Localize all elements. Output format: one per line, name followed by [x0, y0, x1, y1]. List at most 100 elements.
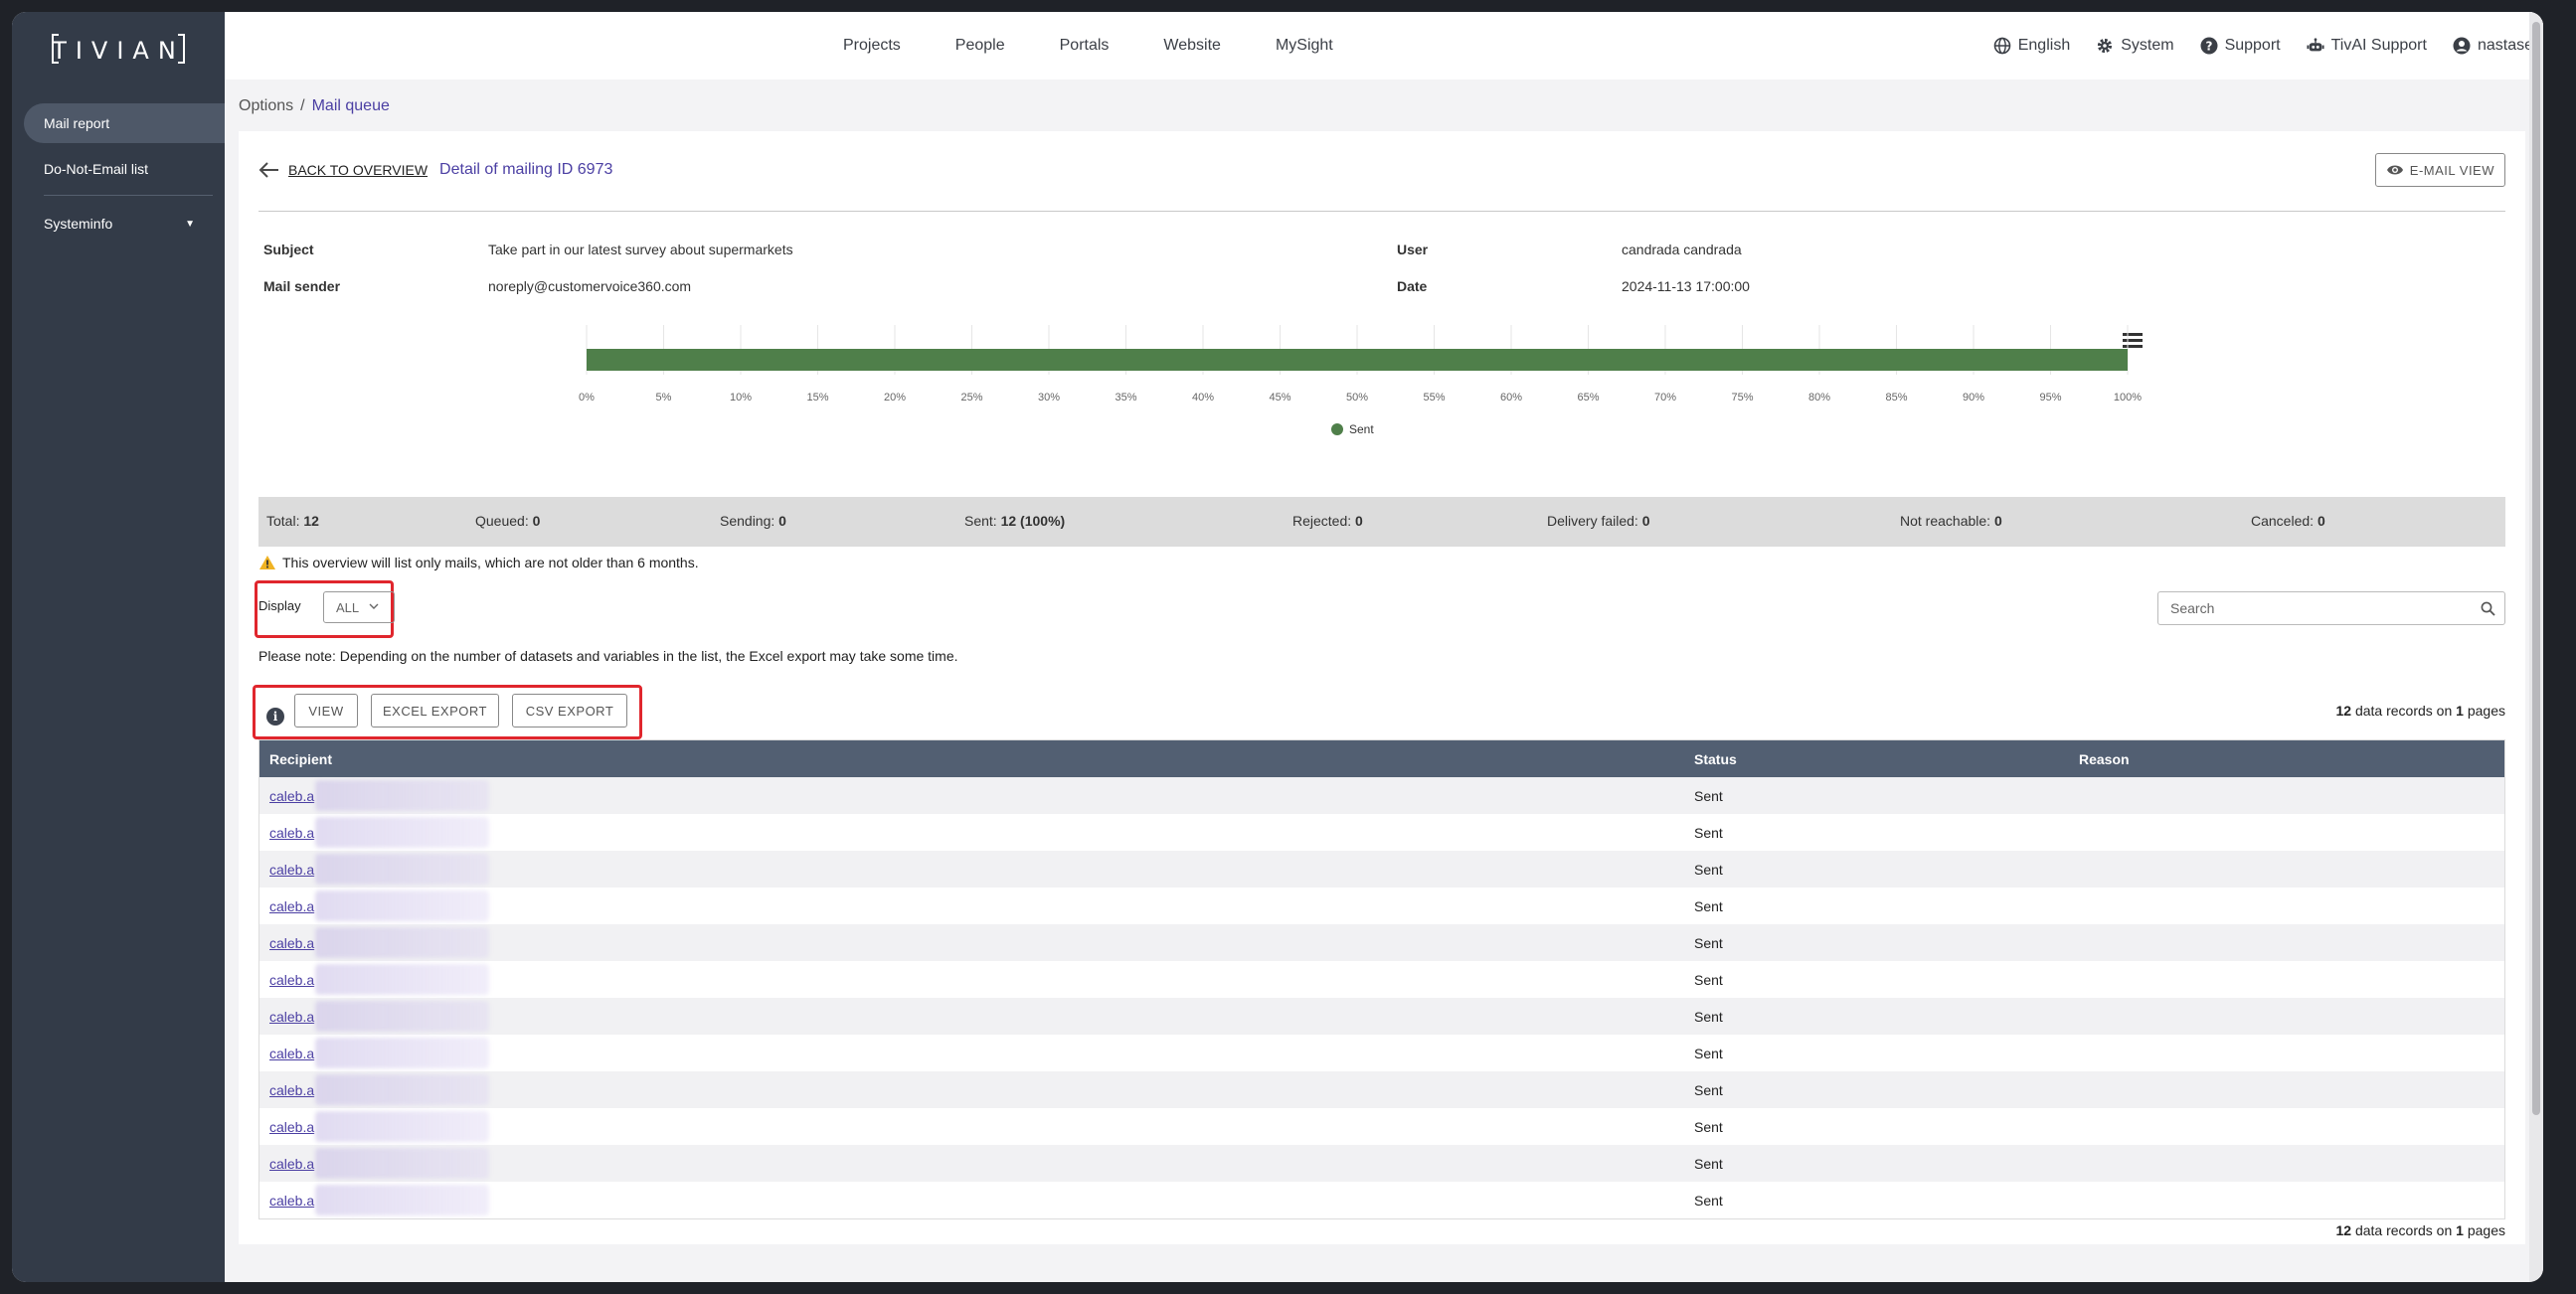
- caret-down-icon: ▼: [185, 218, 195, 230]
- summary-rejected: Rejected: 0: [1292, 513, 1363, 529]
- summary-canceled-value: 0: [2317, 513, 2325, 529]
- card-header: BACK TO OVERVIEW Detail of mailing ID 69…: [258, 153, 2505, 187]
- user-circle-icon: [2453, 37, 2471, 55]
- search-input[interactable]: [2170, 600, 2471, 616]
- excel-export-button[interactable]: EXCEL EXPORT: [371, 694, 499, 728]
- redacted-email: [315, 890, 489, 921]
- x-tick-label: 10%: [730, 392, 752, 404]
- table-row: caleb.a Sent: [259, 1108, 2504, 1145]
- summary-sent-value: 12 (100%): [1000, 513, 1066, 529]
- summary-canceled: Canceled: 0: [2251, 513, 2325, 529]
- redacted-email: [315, 1001, 489, 1032]
- table-row: caleb.a Sent: [259, 1182, 2504, 1218]
- display-select[interactable]: ALL: [323, 591, 395, 623]
- user-value: candrada candrada: [1622, 241, 1742, 257]
- sidebar: TIVIAN Mail report Do-Not-Email list Sys…: [12, 12, 225, 1282]
- user-label: User: [1397, 241, 1429, 257]
- nav-projects[interactable]: Projects: [843, 37, 901, 55]
- nav-mysight[interactable]: MySight: [1276, 37, 1333, 55]
- arrow-left-icon[interactable]: [258, 160, 280, 180]
- breadcrumb-options[interactable]: Options: [239, 97, 293, 114]
- email-view-label: E-MAIL VIEW: [2409, 162, 2494, 178]
- nav-portals[interactable]: Portals: [1060, 37, 1110, 55]
- info-icon[interactable]: i: [266, 708, 284, 726]
- status-cell: Sent: [1694, 1082, 1723, 1098]
- export-note: Please note: Depending on the number of …: [258, 648, 958, 664]
- legend-label: Sent: [1349, 422, 1374, 436]
- records-count: 12: [2335, 703, 2352, 719]
- table-header: Recipient Status Reason: [259, 740, 2504, 777]
- x-tick-label: 40%: [1192, 392, 1214, 404]
- system-menu[interactable]: System: [2096, 37, 2174, 55]
- recipient-link[interactable]: caleb.a: [269, 972, 314, 988]
- records-mid: data records on: [2354, 703, 2453, 719]
- view-button[interactable]: VIEW: [294, 694, 358, 728]
- breadcrumb-mail-queue[interactable]: Mail queue: [312, 97, 390, 114]
- globe-icon: [1993, 37, 2011, 55]
- nav-people[interactable]: People: [955, 37, 1005, 55]
- display-value: ALL: [336, 599, 360, 615]
- sidebar-item-systeminfo[interactable]: Systeminfo ▼: [24, 204, 225, 243]
- support-menu[interactable]: ? Support: [2200, 37, 2281, 55]
- header-status[interactable]: Status: [1694, 751, 1737, 767]
- meta-left: Subject Take part in our latest survey a…: [263, 231, 793, 304]
- status-cell: Sent: [1694, 898, 1723, 914]
- recipient-link[interactable]: caleb.a: [269, 1009, 314, 1025]
- summary-queued: Queued: 0: [475, 513, 540, 529]
- x-tick-label: 0%: [579, 392, 595, 404]
- recipient-link[interactable]: caleb.a: [269, 1082, 314, 1098]
- header-recipient[interactable]: Recipient: [269, 751, 332, 767]
- user-menu[interactable]: nastase: [2453, 37, 2533, 55]
- question-circle-icon: ?: [2200, 37, 2218, 55]
- recipient-link[interactable]: caleb.a: [269, 788, 314, 804]
- scrollbar-thumb[interactable]: [2532, 22, 2540, 1115]
- recipient-link[interactable]: caleb.a: [269, 935, 314, 951]
- back-to-overview-link[interactable]: BACK TO OVERVIEW: [288, 162, 428, 178]
- summary-rejected-label: Rejected:: [1292, 513, 1352, 529]
- recipient-link[interactable]: caleb.a: [269, 1156, 314, 1172]
- status-cell: Sent: [1694, 1119, 1723, 1135]
- records-pages: 1: [2456, 1222, 2464, 1238]
- subject-value: Take part in our latest survey about sup…: [488, 241, 793, 257]
- header-reason[interactable]: Reason: [2079, 751, 2130, 767]
- warning-icon: [259, 556, 275, 569]
- recipient-link[interactable]: caleb.a: [269, 1046, 314, 1061]
- summary-rejected-value: 0: [1355, 513, 1363, 529]
- x-tick-label: 45%: [1269, 392, 1290, 404]
- sidebar-divider: [44, 195, 213, 196]
- top-right-menu: English System ? Support TivAI Support n…: [1968, 12, 2533, 80]
- sidebar-nav: Mail report Do-Not-Email list Systeminfo…: [24, 103, 225, 249]
- records-count-bottom: 12 data records on 1 pages: [2336, 1222, 2506, 1238]
- robot-icon: [2307, 37, 2324, 55]
- tivian-logo[interactable]: TIVIAN: [52, 34, 185, 68]
- sidebar-item-label: Systeminfo: [44, 216, 113, 232]
- recipient-link[interactable]: caleb.a: [269, 1193, 314, 1209]
- x-tick-label: 60%: [1500, 392, 1522, 404]
- x-tick-label: 35%: [1115, 392, 1136, 404]
- display-label: Display: [258, 598, 301, 613]
- csv-export-button[interactable]: CSV EXPORT: [512, 694, 627, 728]
- x-tick-label: 95%: [2039, 392, 2061, 404]
- table-row: caleb.a Sent: [259, 998, 2504, 1035]
- breadcrumb-separator: /: [300, 97, 305, 114]
- email-view-button[interactable]: E-MAIL VIEW: [2374, 153, 2505, 187]
- x-tick-label: 5%: [656, 392, 672, 404]
- chevron-down-icon: [369, 602, 379, 613]
- nav-website[interactable]: Website: [1163, 37, 1221, 55]
- x-tick-label: 25%: [960, 392, 982, 404]
- redacted-email: [315, 927, 489, 958]
- language-menu[interactable]: English: [1993, 37, 2070, 55]
- page-scrollbar[interactable]: [2529, 12, 2543, 1282]
- recipient-link[interactable]: caleb.a: [269, 825, 314, 841]
- x-tick-label: 90%: [1963, 392, 1984, 404]
- tivai-support-menu[interactable]: TivAI Support: [2307, 37, 2427, 55]
- search-icon[interactable]: [2471, 601, 2504, 616]
- recipient-link[interactable]: caleb.a: [269, 898, 314, 914]
- table-row: caleb.a Sent: [259, 888, 2504, 924]
- recipient-link[interactable]: caleb.a: [269, 862, 314, 878]
- header-divider: [258, 211, 2505, 212]
- x-tick-label: 85%: [1885, 392, 1907, 404]
- sidebar-item-mail-report[interactable]: Mail report: [24, 103, 225, 143]
- recipient-link[interactable]: caleb.a: [269, 1119, 314, 1135]
- sidebar-item-do-not-email[interactable]: Do-Not-Email list: [24, 149, 225, 189]
